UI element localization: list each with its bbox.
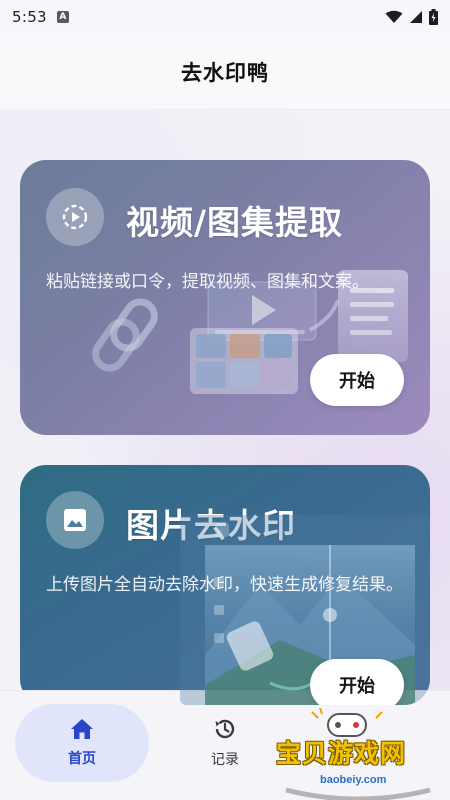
history-icon [215,719,235,739]
wifi-icon [385,10,403,23]
page-title: 去水印鸭 [181,60,269,85]
home-icon [71,719,93,739]
app-bar: 去水印鸭 [0,34,450,110]
watermark-url: baobeiy.com [320,774,387,786]
start-video-extract-button[interactable]: 开始 [310,354,404,406]
site-watermark-logo: 宝贝游戏网 baobeiy.com [266,708,450,800]
a-badge-icon: A [56,11,69,23]
start-watermark-removal-button[interactable]: 开始 [310,659,404,705]
card-description: 上传图片全自动去除水印，快速生成修复结果。 [46,575,403,595]
status-icons [385,9,438,25]
status-time: 5:53 [12,8,47,26]
nav-label-history: 记录 [211,752,239,768]
status-bar: 5:53 A [0,0,450,34]
video-gallery-extract-card[interactable]: 视频/图集提取 粘贴链接或口令，提取视频、图集和文案。 开始 [20,160,430,435]
signal-icon [410,11,422,23]
battery-icon [429,9,438,25]
image-watermark-removal-card[interactable]: 图片去水印 上传图片全自动去除水印，快速生成修复结果。 开始 [20,465,430,705]
nav-item-home[interactable]: 首页 [15,704,149,782]
watermark-text: 宝贝游戏网 [276,739,407,768]
card-description: 粘贴链接或口令，提取视频、图集和文案。 [46,272,369,292]
nav-label-home: 首页 [68,751,96,767]
